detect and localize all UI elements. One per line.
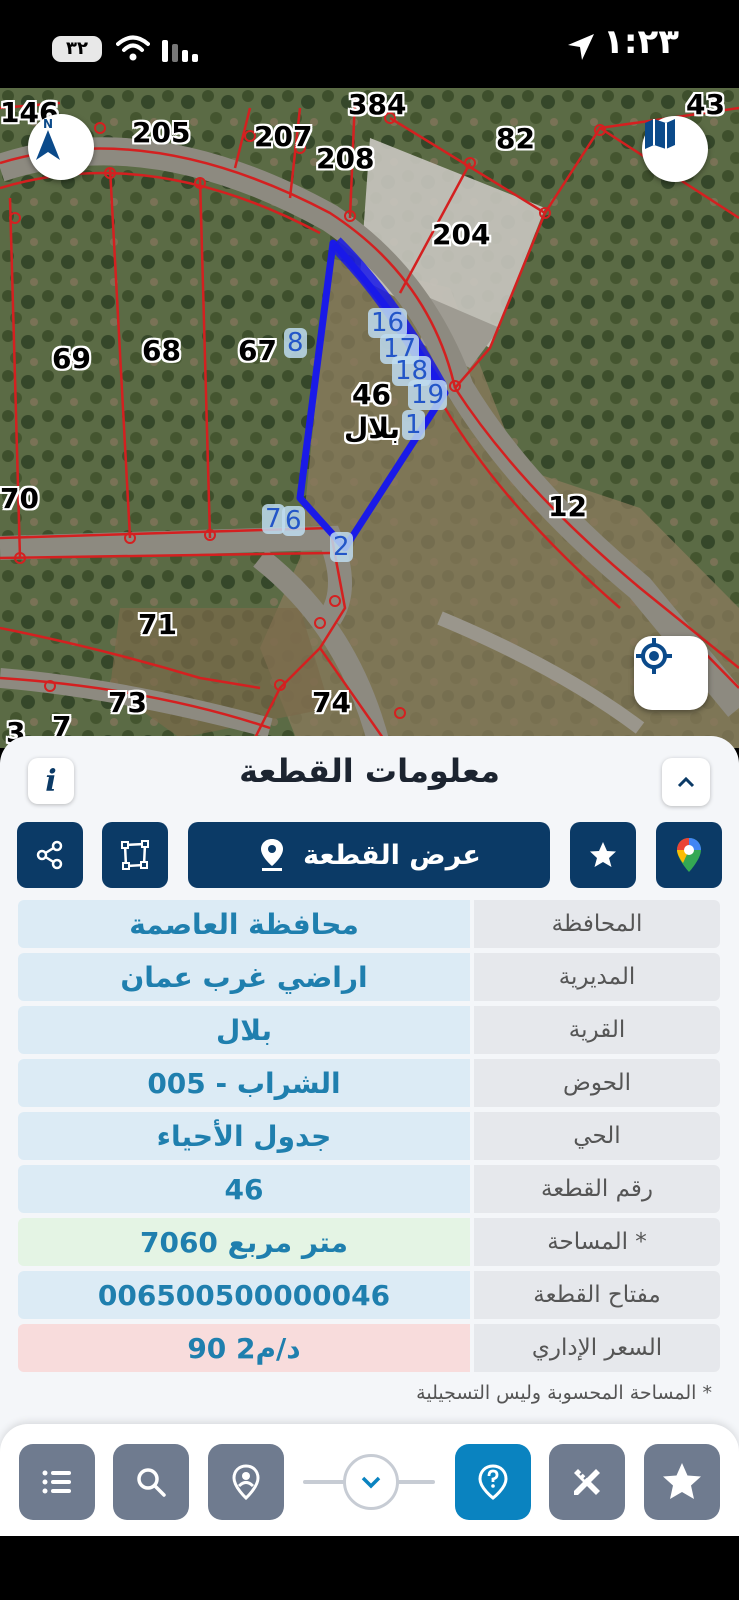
info-row-directorate: اراضي غرب عمان المديرية [18, 953, 720, 1001]
parcel-label: 68 [142, 334, 181, 367]
info-key: القرية [474, 1006, 720, 1054]
compass-button[interactable]: N [28, 114, 94, 180]
list-icon [42, 1470, 71, 1494]
info-key: مفتاح القطعة [474, 1271, 720, 1319]
status-bar: ٣٢ ١:٢٣ [0, 0, 739, 88]
info-value: جدول الأحياء [18, 1112, 470, 1160]
show-parcel-button[interactable]: عرض القطعة [188, 822, 550, 888]
info-key: المحافظة [474, 900, 720, 948]
info-key: المساحة * [474, 1218, 720, 1266]
info-row-village: بلال القرية [18, 1006, 720, 1054]
info-value: بلال [18, 1006, 470, 1054]
map-layers-button[interactable] [642, 116, 708, 182]
crosshair-icon [636, 638, 672, 674]
star-icon [590, 842, 616, 867]
info-value: 006500500000046 [18, 1271, 470, 1319]
parcel-label: 73 [108, 686, 147, 719]
share-button[interactable] [17, 822, 83, 888]
panel-title: معلومات القطعة [239, 752, 500, 790]
parcel-info-panel: i معلومات القطعة عرض القطعة محافظة العاص… [0, 736, 739, 1536]
info-row-neighborhood: جدول الأحياء الحي [18, 1112, 720, 1160]
parcel-label: 69 [52, 342, 91, 375]
collapse-panel-button[interactable] [662, 758, 710, 806]
info-key: رقم القطعة [474, 1165, 720, 1213]
info-row-admin-price: 90 د/م2 السعر الإداري [18, 1324, 720, 1372]
my-location-button[interactable] [634, 636, 708, 710]
search-icon [137, 1468, 166, 1497]
info-row-governorate: محافظة العاصمة المحافظة [18, 900, 720, 948]
boundary-point: 8 [284, 328, 307, 358]
search-button[interactable] [113, 1444, 189, 1520]
parcel-label: 43 [686, 88, 725, 121]
battery-indicator: ٣٢ [52, 36, 102, 62]
polygon-icon [121, 840, 149, 870]
map-view[interactable]: 146 205 207 384 43 82 208 204 69 68 67 4… [0, 88, 739, 748]
expand-toolbar-button[interactable] [343, 1454, 399, 1510]
list-button[interactable] [19, 1444, 95, 1520]
parcel-label: 205 [132, 116, 191, 149]
signal-icon [162, 40, 198, 62]
info-value: 46 [18, 1165, 470, 1213]
show-parcel-label: عرض القطعة [303, 839, 481, 871]
location-arrow-icon [568, 34, 594, 60]
open-google-maps-button[interactable] [656, 822, 722, 888]
info-key: السعر الإداري [474, 1324, 720, 1372]
toolbar-expand-slider[interactable] [303, 1452, 435, 1512]
parcel-label-selected: 46 [352, 378, 391, 411]
compass-n-label: N [43, 117, 53, 131]
share-icon [36, 840, 63, 870]
info-key: الحوض [474, 1059, 720, 1107]
parcel-label: 74 [312, 686, 351, 719]
clock: ١:٢٣ [603, 22, 679, 62]
boundary-point: 19 [408, 380, 448, 410]
compass-north-icon: N [36, 117, 60, 160]
parcel-label: 67 [238, 334, 277, 367]
user-location-button[interactable] [208, 1444, 284, 1520]
info-key: الحي [474, 1112, 720, 1160]
info-row-basin: الشراب - 005 الحوض [18, 1059, 720, 1107]
parcel-query-button[interactable] [455, 1444, 531, 1520]
parcel-label: 204 [432, 218, 491, 251]
info-value: الشراب - 005 [18, 1059, 470, 1107]
info-value: اراضي غرب عمان [18, 953, 470, 1001]
google-maps-pin-icon [677, 838, 701, 872]
star-icon [663, 1463, 701, 1499]
boundary-point: 1 [402, 410, 425, 440]
favorites-list-button[interactable] [644, 1444, 720, 1520]
bottom-toolbar [0, 1424, 739, 1536]
boundary-point: 2 [330, 532, 353, 562]
parcel-label: 71 [138, 608, 177, 641]
draw-shape-button[interactable] [102, 822, 168, 888]
question-pin-icon [478, 1464, 508, 1500]
chevron-up-icon [677, 776, 695, 788]
measure-tools-button[interactable] [549, 1444, 625, 1520]
village-map-label: بلال [344, 412, 401, 445]
info-row-parcel-number: 46 رقم القطعة [18, 1165, 720, 1213]
home-indicator-area [0, 1536, 739, 1600]
boundary-point: 6 [282, 506, 305, 536]
map-pin-icon [261, 839, 284, 871]
person-pin-icon [232, 1464, 260, 1500]
favorite-button[interactable] [570, 822, 636, 888]
info-row-area: 7060 متر مربع المساحة * [18, 1218, 720, 1266]
parcel-label: 384 [348, 88, 407, 121]
ruler-pencil-icon [574, 1469, 600, 1495]
parcel-label: 207 [254, 120, 313, 153]
info-value: 7060 متر مربع [18, 1218, 470, 1266]
parcel-label: 12 [548, 490, 587, 523]
info-value: محافظة العاصمة [18, 900, 470, 948]
info-key: المديرية [474, 953, 720, 1001]
area-footnote: * المساحة المحسوبة وليس التسجيلية [416, 1382, 712, 1404]
info-row-parcel-key: 006500500000046 مفتاح القطعة [18, 1271, 720, 1319]
folded-map-icon [645, 119, 675, 149]
parcel-label: 70 [0, 482, 39, 515]
info-value: 90 د/م2 [18, 1324, 470, 1372]
parcel-label: 82 [496, 122, 535, 155]
chevron-down-icon [361, 1476, 381, 1489]
wifi-icon [116, 35, 150, 61]
parcel-label: 208 [316, 142, 375, 175]
